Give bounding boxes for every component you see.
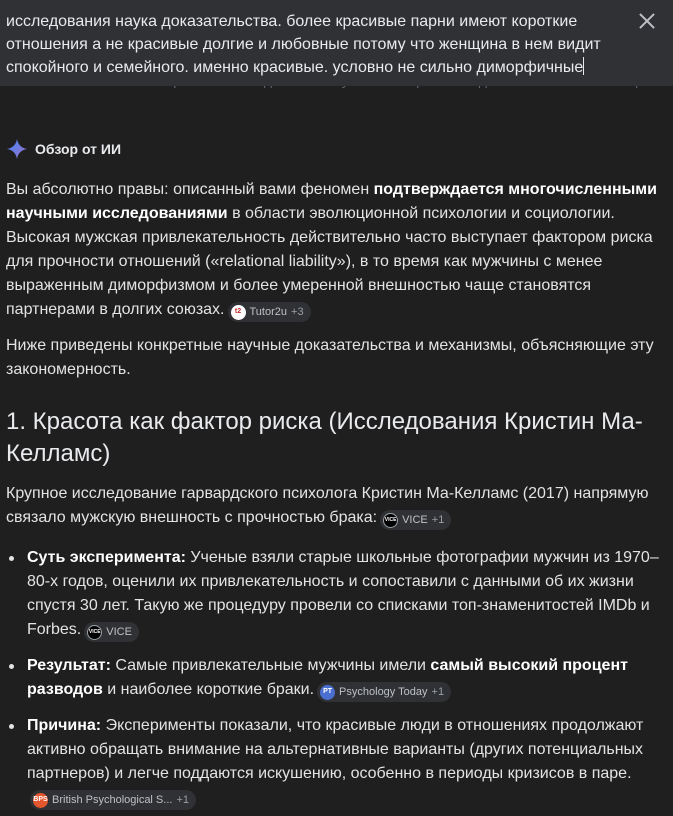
explanation-paragraph: Ниже приведены конкретные научные доказа…	[6, 337, 654, 378]
section-lead-text: Крупное исследование гарвардского психол…	[6, 485, 649, 526]
ai-overview-header: Обзор от ИИ	[6, 136, 662, 162]
section-heading: 1. Красота как фактор риска (Исследовани…	[6, 408, 643, 467]
search-box[interactable]: исследования наука доказательства. более…	[0, 0, 673, 86]
bullet-text: Самые привлекательные мужчины имели	[110, 657, 431, 674]
section-lead-paragraph: Крупное исследование гарвардского психол…	[6, 482, 662, 530]
ai-overview: Обзор от ИИ Вы абсолютно правы: описанны…	[6, 136, 662, 816]
source-chip-vice[interactable]: VICE VICE +1	[380, 510, 452, 530]
chip-label: Psychology Today	[339, 686, 428, 698]
source-chip-bps[interactable]: BPS British Psychological S... +1	[30, 790, 196, 810]
bullet-text: Эксперименты показали, что красивые люди…	[27, 717, 644, 782]
findings-list: Суть эксперимента: Ученые взяли старые ш…	[6, 546, 662, 810]
text-caret	[583, 57, 585, 75]
bullet-title: Суть эксперимента:	[27, 549, 186, 566]
chip-extra-count: +1	[431, 514, 445, 526]
ai-overview-title: Обзор от ИИ	[35, 141, 122, 157]
source-chip-vice[interactable]: VICE VICE	[84, 622, 139, 642]
vice-logo-icon: VICE	[383, 512, 399, 528]
close-icon[interactable]	[637, 11, 657, 31]
chip-label: British Psychological S...	[52, 794, 173, 806]
chip-extra-count: +3	[291, 306, 304, 318]
intro-text: Вы абсолютно правы: описанный вами феном…	[6, 181, 374, 198]
search-input[interactable]: исследования наука доказательства. более…	[6, 10, 623, 79]
chip-label: Tutor2u	[249, 306, 288, 318]
tutor2u-logo-icon: t2	[230, 304, 246, 320]
bullet-text-2: и наиболее короткие браки.	[102, 681, 315, 698]
bps-logo-icon: BPS	[33, 792, 48, 808]
psychology-today-logo-icon: PT	[320, 684, 336, 700]
intro-paragraph: Вы абсолютно правы: описанный вами феном…	[6, 178, 662, 322]
chip-label: VICE	[402, 514, 428, 526]
list-item: Суть эксперимента: Ученые взяли старые ш…	[6, 546, 662, 642]
bullet-title: Причина:	[27, 717, 102, 734]
search-query-text: исследования наука доказательства. более…	[6, 13, 601, 76]
chip-extra-count: +1	[176, 794, 189, 806]
source-chip-psychology-today[interactable]: PT Psychology Today +1	[317, 682, 452, 702]
source-chip-tutor2u[interactable]: t2 Tutor2u +3	[227, 302, 311, 322]
sparkle-icon	[6, 138, 28, 160]
vice-logo-icon: VICE	[87, 624, 103, 640]
bullet-title: Результат:	[27, 657, 111, 674]
list-item: Результат: Самые привлекательные мужчины…	[6, 654, 662, 702]
list-item: Причина: Эксперименты показали, что крас…	[6, 714, 662, 810]
chip-extra-count: +1	[431, 686, 445, 698]
chip-label: VICE	[106, 626, 132, 638]
